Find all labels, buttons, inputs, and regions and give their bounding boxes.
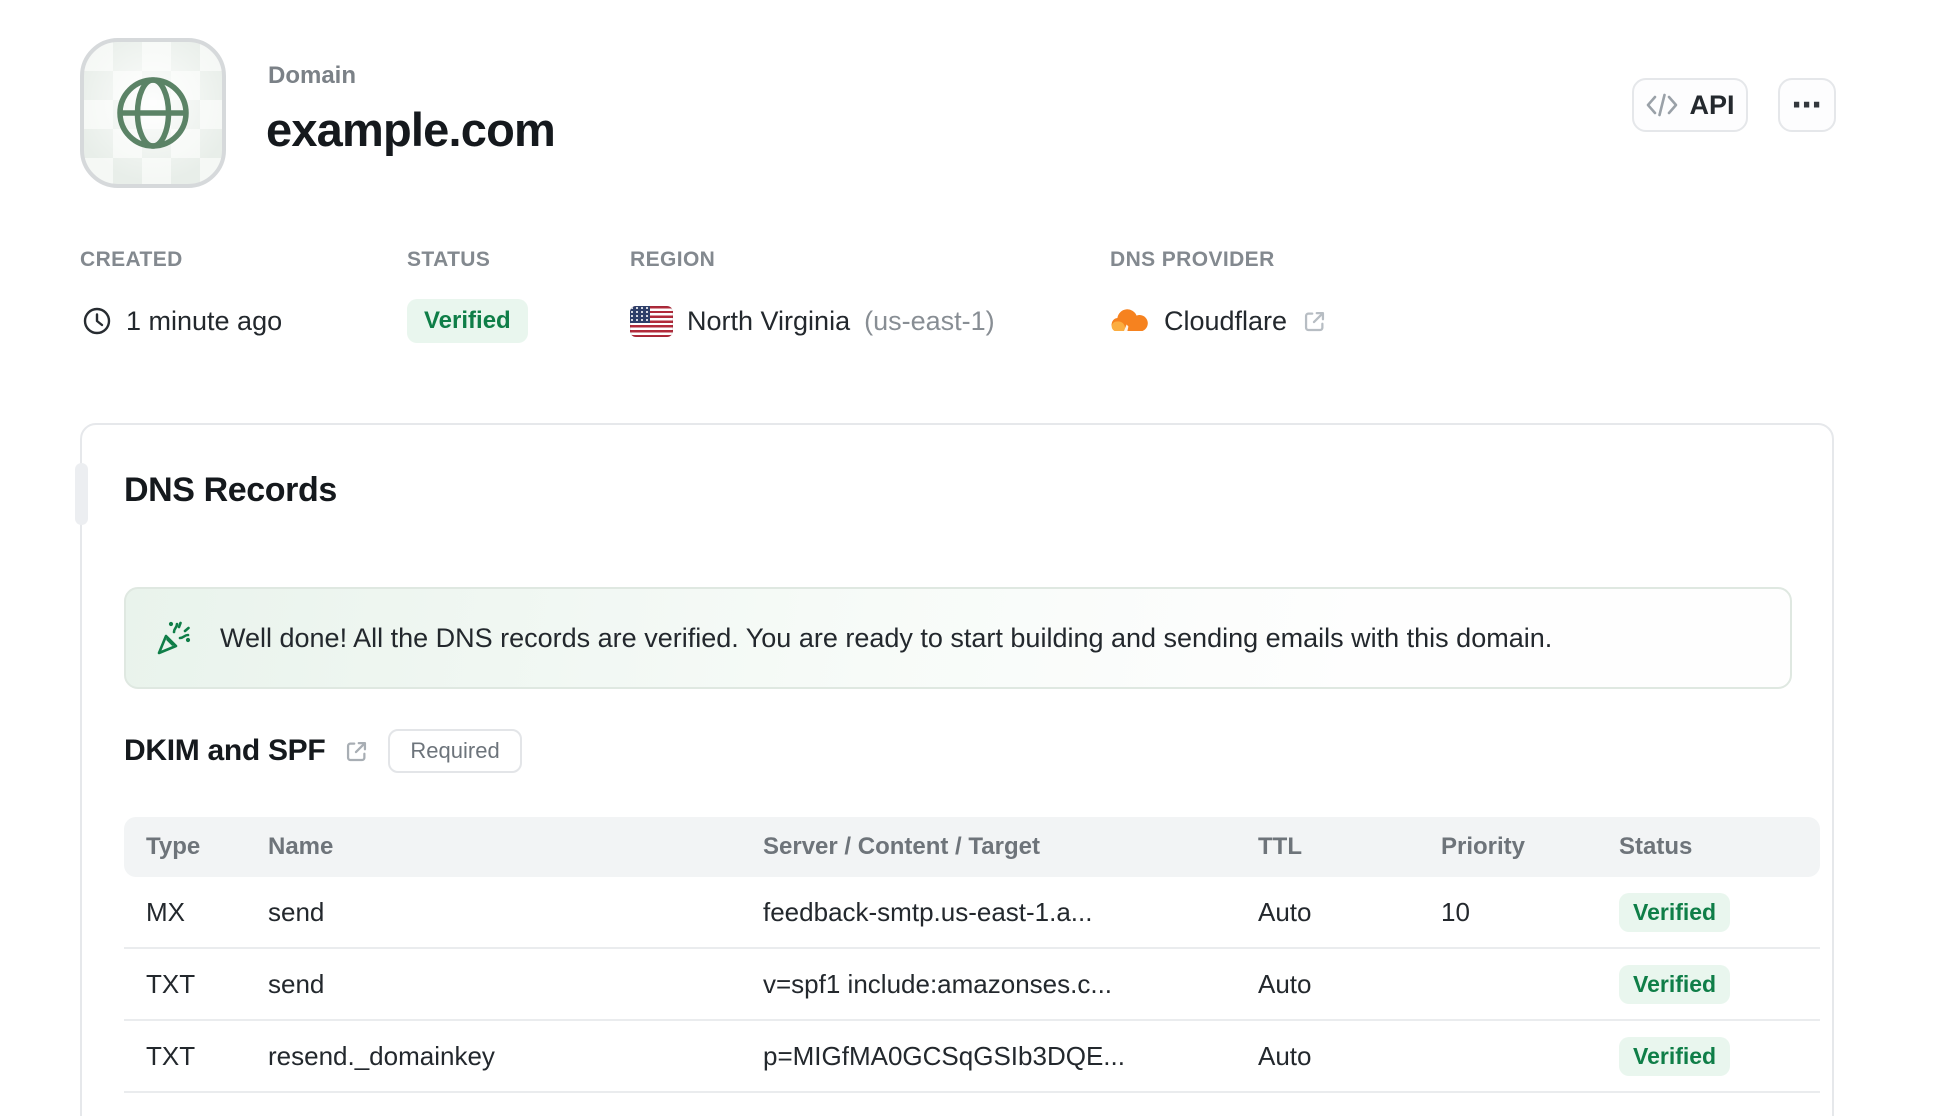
- cell-type: TXT: [146, 1040, 196, 1071]
- status-label: STATUS: [407, 248, 491, 271]
- created-text: 1 minute ago: [126, 305, 283, 336]
- record-status-badge: Verified: [1619, 1036, 1731, 1076]
- status-value: Verified: [407, 298, 528, 344]
- cell-ttl: Auto: [1258, 896, 1312, 927]
- cell-type: MX: [146, 896, 185, 927]
- scroll-indicator: [75, 463, 88, 525]
- dns-provider-name: Cloudflare: [1164, 305, 1288, 336]
- dns-records-card: DNS Records Well done! All the DNS recor…: [75, 423, 1834, 1116]
- more-button[interactable]: ⋯: [1778, 78, 1836, 132]
- col-name: Name: [268, 833, 334, 860]
- code-icon: [1645, 91, 1679, 119]
- cell-status: Verified: [1619, 1036, 1820, 1076]
- region-name: North Virginia: [687, 305, 851, 336]
- dkim-spf-title: DKIM and SPF: [124, 734, 326, 767]
- region-label: REGION: [630, 248, 716, 271]
- api-button[interactable]: API: [1632, 78, 1748, 132]
- party-popper-icon: [154, 618, 194, 658]
- page-kicker: Domain: [268, 62, 357, 89]
- us-flag-icon: [630, 305, 673, 337]
- domain-avatar: [80, 38, 226, 188]
- col-ttl: TTL: [1258, 833, 1302, 860]
- col-content: Server / Content / Target: [763, 833, 1040, 860]
- col-type: Type: [146, 833, 201, 860]
- cloudflare-icon: [1110, 306, 1150, 336]
- col-priority: Priority: [1441, 833, 1526, 860]
- cell-ttl: Auto: [1258, 1040, 1312, 1071]
- cell-ttl: Auto: [1258, 968, 1312, 999]
- dkim-spf-section-header: DKIM and SPF Required: [124, 729, 522, 773]
- cell-type: TXT: [146, 968, 196, 999]
- cell-content: p=MIGfMA0GCSqGSIb3DQE...: [763, 1040, 1125, 1071]
- record-status-badge: Verified: [1619, 964, 1731, 1004]
- dns-table-body: MX send feedback-smtp.us-east-1.a... Aut…: [124, 877, 1820, 1093]
- status-badge: Verified: [407, 299, 528, 343]
- cell-status: Verified: [1619, 964, 1820, 1004]
- col-status: Status: [1619, 833, 1693, 860]
- ellipsis-icon: ⋯: [1791, 88, 1823, 122]
- region-value: North Virginia (us-east-1): [630, 298, 995, 344]
- cell-name: send: [268, 896, 325, 927]
- dns-table: Type Name Server / Content / Target TTL …: [124, 817, 1820, 1093]
- cell-content: v=spf1 include:amazonses.c...: [763, 968, 1113, 999]
- cell-priority: 10: [1441, 896, 1470, 927]
- dns-provider-label: DNS PROVIDER: [1110, 248, 1275, 271]
- table-row[interactable]: TXT send v=spf1 include:amazonses.c... A…: [124, 949, 1820, 1021]
- dns-provider-value: Cloudflare: [1110, 298, 1328, 344]
- region-code: (us-east-1): [864, 305, 995, 336]
- required-badge: Required: [388, 729, 522, 773]
- cell-content: feedback-smtp.us-east-1.a...: [763, 896, 1093, 927]
- external-link-icon[interactable]: [343, 738, 370, 765]
- domain-detail-page: Domain example.com API ⋯ CREATED 1 minut…: [0, 0, 1944, 1116]
- cell-status: Verified: [1619, 892, 1820, 932]
- created-label: CREATED: [80, 248, 183, 271]
- table-row[interactable]: TXT resend._domainkey p=MIGfMA0GCSqGSIb3…: [124, 1021, 1820, 1093]
- dns-records-title: DNS Records: [124, 471, 337, 509]
- success-banner: Well done! All the DNS records are verif…: [124, 587, 1792, 689]
- success-banner-text: Well done! All the DNS records are verif…: [220, 622, 1553, 653]
- dns-table-header: Type Name Server / Content / Target TTL …: [124, 817, 1820, 877]
- created-value: 1 minute ago: [82, 298, 282, 344]
- globe-icon: [107, 67, 199, 159]
- api-button-label: API: [1689, 89, 1735, 120]
- page-title: example.com: [266, 103, 556, 156]
- clock-icon: [82, 306, 112, 336]
- cell-name: resend._domainkey: [268, 1040, 495, 1071]
- table-row[interactable]: MX send feedback-smtp.us-east-1.a... Aut…: [124, 877, 1820, 949]
- external-link-icon[interactable]: [1301, 308, 1328, 335]
- cell-name: send: [268, 968, 325, 999]
- record-status-badge: Verified: [1619, 892, 1731, 932]
